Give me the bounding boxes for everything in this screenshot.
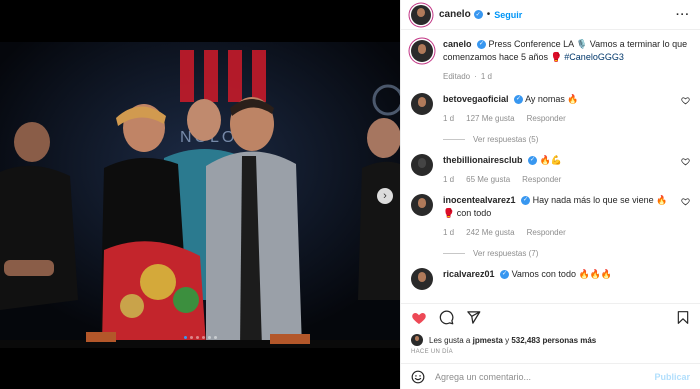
liker-avatar[interactable]	[411, 334, 423, 346]
comments-list[interactable]: canelo ✓ Press Conference LA 🎙️ Vamos a …	[401, 30, 700, 303]
carousel-dot	[207, 336, 211, 339]
commenter-avatar[interactable]	[411, 93, 433, 115]
liker-username[interactable]: jpmesta	[473, 336, 503, 345]
save-bookmark-icon[interactable]	[676, 310, 690, 325]
press-conference-illustration: NOLOGY	[0, 0, 400, 389]
like-heart-icon[interactable]	[411, 310, 427, 326]
instagram-post: NOLOGY › canelo ✓ • Seguir ··· canelo ✓ …	[0, 0, 700, 389]
carousel-dot	[183, 336, 187, 339]
carousel-dot	[195, 336, 199, 339]
commenter-avatar[interactable]	[411, 194, 433, 216]
verified-badge-icon: ✓	[500, 270, 510, 280]
verified-badge-icon: ✓	[521, 196, 531, 206]
caption-age: 1 d	[480, 72, 492, 81]
comment-likes[interactable]: 65 Me gusta	[466, 175, 510, 184]
reply-button[interactable]: Responder	[522, 175, 561, 184]
author-username[interactable]: canelo	[439, 9, 471, 20]
replies-line	[443, 253, 465, 254]
view-replies-button[interactable]: Ver respuestas (5)	[443, 135, 672, 144]
post-timestamp[interactable]: HACE UN DÍA	[401, 349, 700, 363]
comment-input[interactable]	[435, 371, 655, 382]
view-replies-label: Ver respuestas (7)	[473, 249, 539, 258]
post-caption: canelo ✓ Press Conference LA 🎙️ Vamos a …	[411, 38, 690, 81]
comment-username[interactable]: thebillionairesclub	[443, 155, 523, 165]
author-avatar[interactable]	[411, 4, 431, 25]
edited-label: Editado	[443, 72, 471, 81]
verified-badge-icon: ✓	[514, 95, 524, 105]
like-comment-heart-icon[interactable]	[681, 197, 690, 206]
view-replies-button[interactable]: Ver respuestas (7)	[443, 249, 672, 258]
share-send-icon[interactable]	[466, 310, 481, 325]
comment-likes[interactable]: 242 Me gusta	[466, 228, 514, 237]
comment-item: inocentealvarez1 ✓ Hay nada más lo que s…	[411, 194, 690, 258]
like-comment-heart-icon[interactable]	[681, 157, 690, 166]
carousel-indicator	[0, 336, 400, 339]
comment-username[interactable]: betovegaoficial	[443, 94, 509, 104]
comment-username[interactable]: inocentealvarez1	[443, 195, 516, 205]
likes-count[interactable]: 532,483 personas más	[511, 336, 596, 345]
header-separator: •	[486, 9, 491, 20]
add-comment-bar: Publicar	[401, 363, 700, 389]
comment-text: 🔥💪	[539, 155, 562, 165]
comment-text: Ay nomas 🔥	[525, 94, 579, 104]
caption-author-avatar[interactable]	[411, 40, 433, 62]
next-photo-button[interactable]: ›	[377, 188, 393, 204]
comment-likes[interactable]: 127 Me gusta	[466, 114, 514, 123]
likes-connector: y	[505, 335, 510, 345]
likes-summary: Les gusta a jpmesta y 532,483 personas m…	[401, 331, 700, 349]
verified-badge-icon: ✓	[528, 156, 538, 166]
follow-button[interactable]: Seguir	[494, 10, 522, 20]
comment-age: 1 d	[443, 228, 455, 237]
more-options-icon[interactable]: ···	[676, 9, 690, 21]
publish-button[interactable]: Publicar	[654, 372, 690, 382]
post-actions	[401, 303, 700, 331]
carousel-dot	[201, 336, 205, 339]
comment-age: 1 d	[443, 114, 455, 123]
verified-badge-icon: ✓	[473, 10, 483, 19]
replies-line	[443, 139, 465, 140]
post-header: canelo ✓ • Seguir ···	[401, 0, 700, 30]
comment-item: ricalvarez01 ✓ Vamos con todo 🔥🔥🔥	[411, 268, 690, 290]
comment-item: thebillionairesclub ✓ 🔥💪 1 d 65 Me gusta…	[411, 154, 690, 184]
post-details-panel: canelo ✓ • Seguir ··· canelo ✓ Press Con…	[400, 0, 700, 389]
comment-bubble-icon[interactable]	[439, 310, 454, 325]
comment-username[interactable]: ricalvarez01	[443, 269, 495, 279]
reply-button[interactable]: Responder	[527, 228, 566, 237]
commenter-avatar[interactable]	[411, 268, 433, 290]
comment-age: 1 d	[443, 175, 455, 184]
carousel-dot	[213, 336, 217, 339]
likes-prefix: Les gusta a	[429, 335, 471, 345]
carousel-dot	[189, 336, 193, 339]
emoji-smiley-icon[interactable]	[411, 370, 425, 384]
caption-username[interactable]: canelo	[443, 39, 472, 49]
view-replies-label: Ver respuestas (5)	[473, 135, 539, 144]
commenter-avatar[interactable]	[411, 154, 433, 176]
reply-button[interactable]: Responder	[527, 114, 566, 123]
verified-badge-icon: ✓	[477, 40, 487, 50]
caption-hashtag[interactable]: #CaneloGGG3	[564, 52, 624, 62]
comment-item: betovegaoficial ✓ Ay nomas 🔥 1 d 127 Me …	[411, 93, 690, 144]
post-photo[interactable]: NOLOGY ›	[0, 0, 400, 389]
meta-dot: ·	[474, 72, 477, 81]
comment-text: Vamos con todo 🔥🔥🔥	[511, 269, 613, 279]
like-comment-heart-icon[interactable]	[681, 96, 690, 105]
